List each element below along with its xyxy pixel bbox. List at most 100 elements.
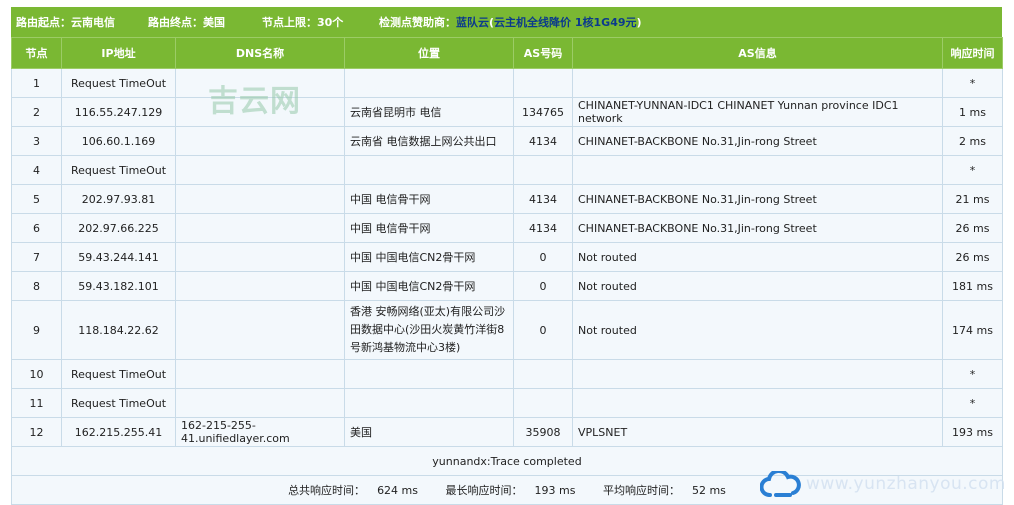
hop-dns xyxy=(175,242,345,272)
hop-as-number: 0 xyxy=(513,300,573,360)
table-row: 4 Request TimeOut * xyxy=(11,155,1003,185)
hop-as-info xyxy=(572,388,943,418)
hop-dns xyxy=(175,359,345,389)
route-destination-label: 路由终点： xyxy=(148,16,203,29)
hop-location: 中国 电信骨干网 xyxy=(344,184,514,214)
hop-dns xyxy=(175,126,345,156)
hop-dns xyxy=(175,68,345,98)
hop-node: 5 xyxy=(11,184,62,214)
hop-location: 中国 中国电信CN2骨干网 xyxy=(344,271,514,301)
col-header-ip: IP地址 xyxy=(61,37,176,69)
hop-ip: Request TimeOut xyxy=(61,155,176,185)
hop-ip: 162.215.255.41 xyxy=(61,417,176,447)
hop-response: 181 ms xyxy=(942,271,1003,301)
hop-ip: 202.97.66.225 xyxy=(61,213,176,243)
avg-response-label: 平均响应时间： xyxy=(602,484,680,497)
hop-ip: Request TimeOut xyxy=(61,68,176,98)
hop-as-number: 35908 xyxy=(513,417,573,447)
hop-as-info: CHINANET-BACKBONE No.31,Jin-rong Street xyxy=(572,213,943,243)
hop-response: * xyxy=(942,155,1003,185)
hop-as-info: Not routed xyxy=(572,242,943,272)
avg-response-value: 52 ms xyxy=(691,484,726,497)
total-response-label: 总共响应时间： xyxy=(288,484,366,497)
total-response-value: 624 ms xyxy=(377,484,419,497)
hop-ip: 116.55.247.129 xyxy=(61,97,176,127)
hop-ip: 202.97.93.81 xyxy=(61,184,176,214)
hop-location: 香港 安畅网络(亚太)有限公司沙田数据中心(沙田火炭黄竹洋街8号新鸿基物流中心3… xyxy=(344,300,514,360)
hop-node: 2 xyxy=(11,97,62,127)
hop-as-info: CHINANET-BACKBONE No.31,Jin-rong Street xyxy=(572,184,943,214)
node-limit: 节点上限：30个 xyxy=(262,14,379,30)
hop-response: 26 ms xyxy=(942,242,1003,272)
col-header-node: 节点 xyxy=(11,37,62,69)
col-header-dns: DNS名称 xyxy=(175,37,345,69)
hop-dns xyxy=(175,97,345,127)
hop-ip: 59.43.244.141 xyxy=(61,242,176,272)
hop-dns xyxy=(175,213,345,243)
hop-node: 10 xyxy=(11,359,62,389)
hop-ip: 106.60.1.169 xyxy=(61,126,176,156)
sponsor: 检测点赞助商：蓝队云(云主机全线降价 1核1G49元) xyxy=(379,14,642,30)
hop-node: 8 xyxy=(11,271,62,301)
hop-dns xyxy=(175,155,345,185)
hop-node: 6 xyxy=(11,213,62,243)
col-header-as-number: AS号码 xyxy=(513,37,573,69)
hop-ip: Request TimeOut xyxy=(61,388,176,418)
hop-as-info xyxy=(572,155,943,185)
route-destination: 路由终点：美国 xyxy=(148,14,262,30)
table-row: 12 162.215.255.41 162-215-255-41.unified… xyxy=(11,417,1003,447)
table-row: 9 118.184.22.62 香港 安畅网络(亚太)有限公司沙田数据中心(沙田… xyxy=(11,300,1003,360)
sponsor-paren-close: ) xyxy=(636,16,642,29)
trace-info-bar: 路由起点：云南电信 路由终点：美国 节点上限：30个 检测点赞助商：蓝队云(云主… xyxy=(11,7,1002,37)
sponsor-link[interactable]: 蓝队云 xyxy=(456,16,489,29)
sponsor-promo-link[interactable]: 云主机全线降价 1核1G49元 xyxy=(494,16,636,29)
hop-node: 4 xyxy=(11,155,62,185)
max-response-label: 最长响应时间： xyxy=(445,484,523,497)
hop-as-number xyxy=(513,68,573,98)
hop-dns xyxy=(175,300,345,360)
hop-ip: 59.43.182.101 xyxy=(61,271,176,301)
hop-location xyxy=(344,388,514,418)
hop-response: * xyxy=(942,388,1003,418)
hop-location: 中国 电信骨干网 xyxy=(344,213,514,243)
hop-as-info xyxy=(572,68,943,98)
table-row: 2 116.55.247.129 云南省昆明市 电信 134765 CHINAN… xyxy=(11,97,1003,127)
hop-as-info: Not routed xyxy=(572,300,943,360)
hop-location: 美国 xyxy=(344,417,514,447)
hop-as-info: Not routed xyxy=(572,271,943,301)
hop-dns xyxy=(175,388,345,418)
hop-response: 26 ms xyxy=(942,213,1003,243)
hop-node: 7 xyxy=(11,242,62,272)
hop-location: 云南省昆明市 电信 xyxy=(344,97,514,127)
node-limit-value: 30个 xyxy=(317,16,344,29)
table-row: 1 Request TimeOut * xyxy=(11,68,1003,98)
table-row: 10 Request TimeOut * xyxy=(11,359,1003,389)
table-row: 7 59.43.244.141 中国 中国电信CN2骨干网 0 Not rout… xyxy=(11,242,1003,272)
hop-ip: Request TimeOut xyxy=(61,359,176,389)
trace-status: yunnandx:Trace completed xyxy=(11,446,1003,476)
hop-as-info: CHINANET-YUNNAN-IDC1 CHINANET Yunnan pro… xyxy=(572,97,943,127)
hop-node: 11 xyxy=(11,388,62,418)
table-row: 5 202.97.93.81 中国 电信骨干网 4134 CHINANET-BA… xyxy=(11,184,1003,214)
hop-location: 中国 中国电信CN2骨干网 xyxy=(344,242,514,272)
hop-response: 2 ms xyxy=(942,126,1003,156)
hop-as-number: 4134 xyxy=(513,184,573,214)
hop-location xyxy=(344,359,514,389)
hop-node: 9 xyxy=(11,300,62,360)
col-header-location: 位置 xyxy=(344,37,514,69)
hop-node: 12 xyxy=(11,417,62,447)
table-header-row: 节点 IP地址 DNS名称 位置 AS号码 AS信息 响应时间 xyxy=(11,37,1003,69)
hop-response: 193 ms xyxy=(942,417,1003,447)
hop-node: 3 xyxy=(11,126,62,156)
hop-response: 174 ms xyxy=(942,300,1003,360)
hop-as-number: 134765 xyxy=(513,97,573,127)
route-origin-label: 路由起点： xyxy=(16,16,71,29)
table-row: 6 202.97.66.225 中国 电信骨干网 4134 CHINANET-B… xyxy=(11,213,1003,243)
hop-as-number: 4134 xyxy=(513,126,573,156)
hop-as-info xyxy=(572,359,943,389)
route-origin-value: 云南电信 xyxy=(71,16,115,29)
hop-response: 1 ms xyxy=(942,97,1003,127)
max-response-value: 193 ms xyxy=(534,484,576,497)
node-limit-label: 节点上限： xyxy=(262,16,317,29)
hop-location xyxy=(344,155,514,185)
